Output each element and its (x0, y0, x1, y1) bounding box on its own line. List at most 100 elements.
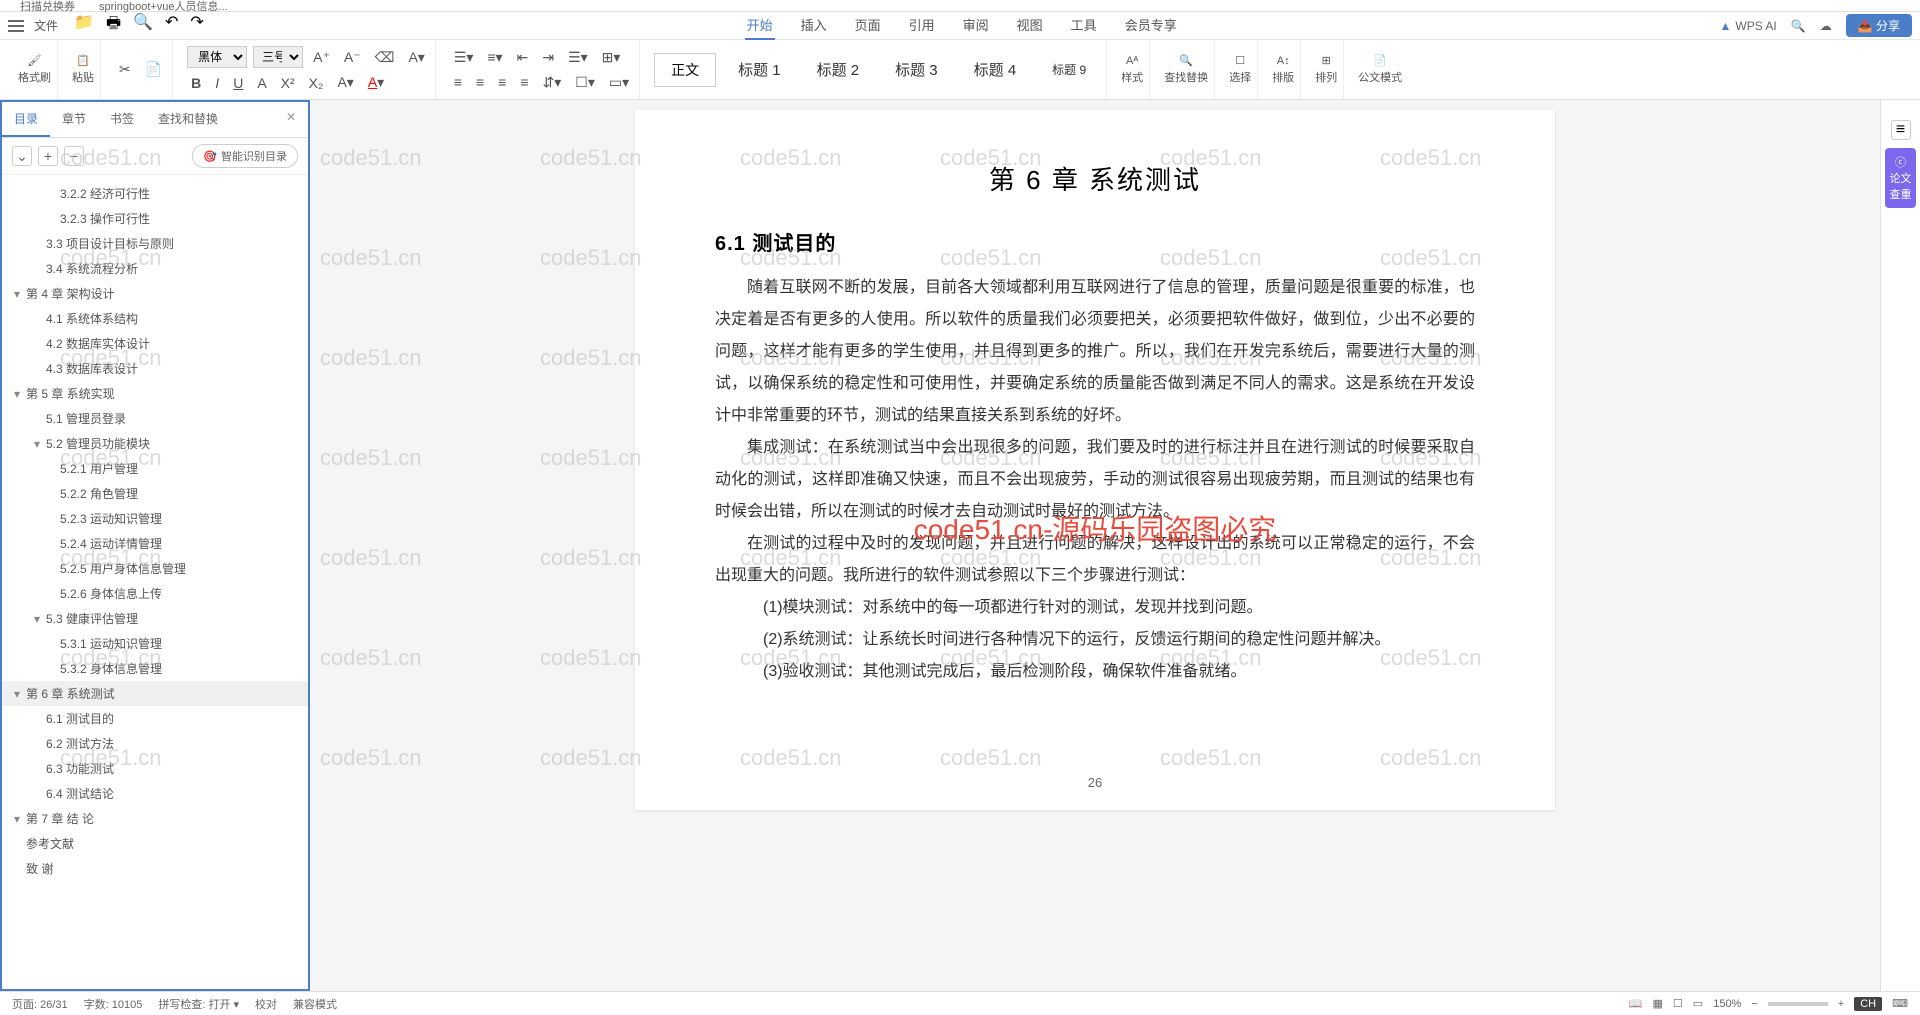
size-select[interactable]: 三号 (253, 46, 303, 68)
style-body[interactable]: 正文 (654, 53, 716, 87)
undo-icon[interactable]: ↶ (165, 12, 178, 39)
copy-icon[interactable]: 📄 (141, 59, 166, 80)
wps-ai-button[interactable]: ▲WPS AI (1720, 19, 1777, 33)
toc-item[interactable]: 4.1 系统体系结构 (2, 306, 308, 331)
tab-page[interactable]: 页面 (853, 11, 883, 40)
toc-item[interactable]: 5.3.2 身体信息管理 (2, 656, 308, 681)
close-icon[interactable]: ✕ (274, 102, 308, 137)
indent-icon[interactable]: ⇥ (538, 47, 558, 68)
toc-item[interactable]: ▾第 6 章 系统测试 (2, 681, 308, 706)
toc-item[interactable]: ▾第 4 章 架构设计 (2, 281, 308, 306)
toc-item[interactable]: 致 谢 (2, 856, 308, 881)
clear-format-icon[interactable]: ⌫ (371, 47, 399, 68)
collapse-icon[interactable]: ≡ (1891, 120, 1911, 140)
zoom-out-button[interactable]: − (64, 146, 84, 166)
shading-icon[interactable]: ▭▾ (605, 72, 633, 93)
toc-item[interactable]: ▾第 5 章 系统实现 (2, 381, 308, 406)
superscript-icon[interactable]: X² (277, 73, 299, 93)
document-viewport[interactable]: 第 6 章 系统测试 6.1 测试目的 随着互联网不断的发展，目前各大领域都利用… (310, 100, 1880, 991)
toc-item[interactable]: 3.4 系统流程分析 (2, 256, 308, 281)
toc-item[interactable]: 3.3 项目设计目标与原则 (2, 231, 308, 256)
style-h9[interactable]: 标题 9 (1038, 55, 1100, 84)
strike-icon[interactable]: A (253, 73, 270, 93)
ime-icon[interactable]: ⌨ (1892, 997, 1908, 1010)
file-menu[interactable]: 文件 (34, 17, 58, 34)
view-icon[interactable]: ☐ (1673, 997, 1683, 1010)
word-count[interactable]: 字数: 10105 (84, 996, 143, 1012)
toc-item[interactable]: 6.2 测试方法 (2, 731, 308, 756)
align-icon[interactable]: ⊞▾ (598, 47, 625, 68)
sidebar-tab-toc[interactable]: 目录 (2, 102, 50, 137)
toc-item[interactable]: 3.2.2 经济可行性 (2, 181, 308, 206)
find-replace-button[interactable]: 🔍查找替换 (1164, 54, 1208, 85)
cut-icon[interactable]: ✂ (115, 59, 135, 80)
hamburger-icon[interactable] (8, 20, 24, 32)
cloud-icon[interactable]: ☁ (1820, 19, 1832, 33)
zoom-slider[interactable] (1768, 1002, 1828, 1006)
doc-mode-button[interactable]: 📄公文模式 (1358, 54, 1402, 85)
toc-item[interactable]: 5.2.4 运动详情管理 (2, 531, 308, 556)
zoom-in-icon[interactable]: + (1838, 998, 1844, 1010)
paste-button[interactable]: 📋粘贴 (72, 54, 94, 85)
subscript-icon[interactable]: X₂ (305, 73, 328, 93)
style-h1[interactable]: 标题 1 (724, 53, 795, 86)
tab-view[interactable]: 视图 (1015, 11, 1045, 40)
save-icon[interactable]: 📁 (74, 12, 94, 39)
print-icon[interactable]: 🖶 (106, 12, 121, 39)
text-color-icon[interactable]: A▾ (364, 72, 388, 93)
toc-item[interactable]: 5.2.5 用户身体信息管理 (2, 556, 308, 581)
toc-item[interactable]: 5.2.3 运动知识管理 (2, 506, 308, 531)
toc-item[interactable]: ▾5.2 管理员功能模块 (2, 431, 308, 456)
page-indicator[interactable]: 页面: 26/31 (12, 996, 68, 1012)
outdent-icon[interactable]: ⇤ (513, 47, 533, 68)
border-icon[interactable]: ☐▾ (571, 72, 599, 93)
toc-item[interactable]: 6.4 测试结论 (2, 781, 308, 806)
toc-item[interactable]: ▾5.3 健康评估管理 (2, 606, 308, 631)
view-icon[interactable]: ▭ (1693, 997, 1703, 1010)
sidebar-tab-chapter[interactable]: 章节 (50, 102, 98, 137)
style-h2[interactable]: 标题 2 (803, 53, 874, 86)
expand-button[interactable]: ⌄ (12, 146, 32, 166)
proofread-status[interactable]: 校对 (255, 996, 277, 1012)
align-left-icon[interactable]: ≡ (450, 72, 466, 92)
select-button[interactable]: ☐选择 (1229, 54, 1251, 85)
sidebar-tab-find[interactable]: 查找和替换 (146, 102, 230, 137)
tab-member[interactable]: 会员专享 (1123, 11, 1179, 40)
toc-item[interactable]: 5.2.2 角色管理 (2, 481, 308, 506)
sidebar-tab-bookmark[interactable]: 书签 (98, 102, 146, 137)
styles-button[interactable]: Aᴬ样式 (1121, 55, 1143, 85)
sort-button[interactable]: ⊞排列 (1315, 54, 1337, 85)
arrange-button[interactable]: A↕排版 (1272, 55, 1294, 85)
line-spacing-icon[interactable]: ☰▾ (564, 47, 592, 68)
toc-item[interactable]: 4.3 数据库表设计 (2, 356, 308, 381)
italic-icon[interactable]: I (211, 73, 223, 93)
zoom-level[interactable]: 150% (1713, 998, 1741, 1010)
underline-icon[interactable]: U (229, 73, 247, 93)
font-color-icon[interactable]: A▾ (404, 47, 428, 68)
tab-insert[interactable]: 插入 (799, 11, 829, 40)
tab-review[interactable]: 审阅 (961, 11, 991, 40)
lang-indicator[interactable]: CH (1854, 997, 1882, 1011)
smart-toc-button[interactable]: 🎯智能识别目录 (192, 144, 298, 168)
number-list-icon[interactable]: ≡▾ (483, 47, 506, 68)
toc-item[interactable]: 5.2.1 用户管理 (2, 456, 308, 481)
style-h4[interactable]: 标题 4 (960, 53, 1031, 86)
toc-item[interactable]: 6.3 功能测试 (2, 756, 308, 781)
paper-check-button[interactable]: ⓒ 论文查重 (1885, 148, 1916, 208)
toc-item[interactable]: 参考文献 (2, 831, 308, 856)
align-right-icon[interactable]: ≡ (494, 72, 510, 92)
tab-start[interactable]: 开始 (745, 11, 775, 40)
toc-item[interactable]: ▾第 7 章 结 论 (2, 806, 308, 831)
align-justify-icon[interactable]: ≡ (516, 72, 532, 92)
toc-item[interactable]: 4.2 数据库实体设计 (2, 331, 308, 356)
zoom-in-button[interactable]: + (38, 146, 58, 166)
view-icon[interactable]: ▦ (1653, 997, 1663, 1010)
tab-reference[interactable]: 引用 (907, 11, 937, 40)
preview-icon[interactable]: 🔍 (133, 12, 153, 39)
spacing-icon[interactable]: ⇵▾ (539, 72, 566, 93)
toc-item[interactable]: 5.1 管理员登录 (2, 406, 308, 431)
bullet-list-icon[interactable]: ☰▾ (450, 47, 478, 68)
font-select[interactable]: 黑体 (187, 46, 247, 68)
spell-check-status[interactable]: 拼写检查: 打开 ▾ (158, 996, 239, 1012)
toc-item[interactable]: 3.2.3 操作可行性 (2, 206, 308, 231)
